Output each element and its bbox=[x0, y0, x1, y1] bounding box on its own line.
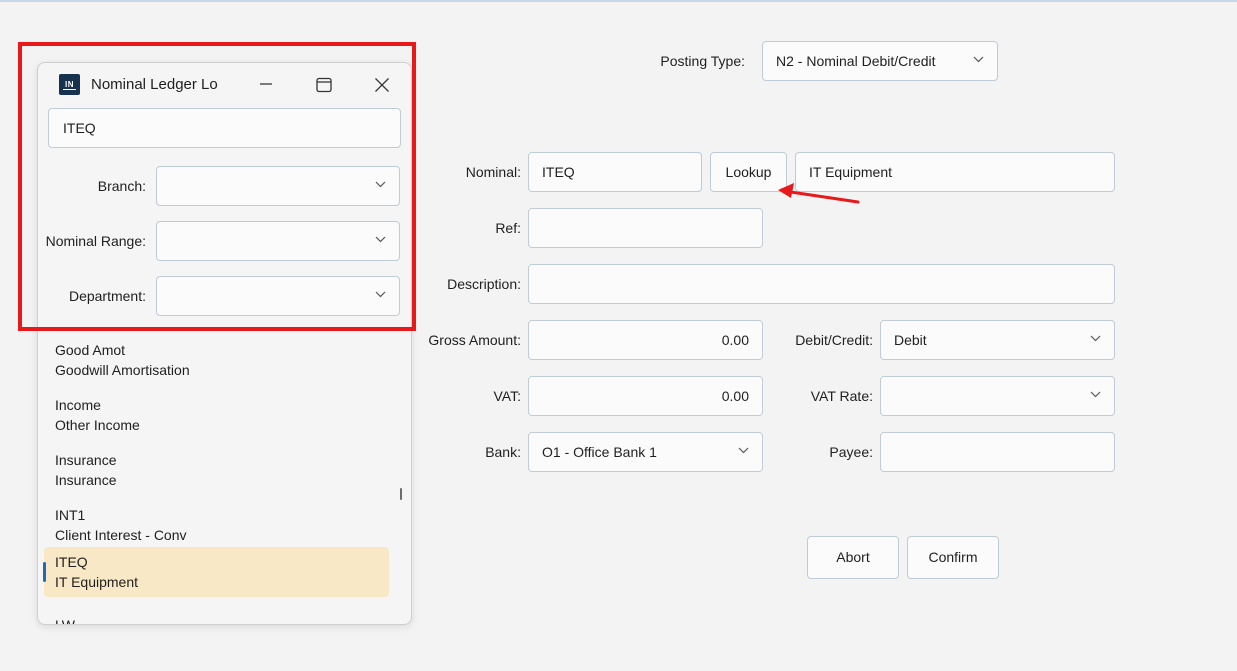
vat-rate-label: VAT Rate: bbox=[810, 388, 873, 404]
selection-marker bbox=[43, 562, 46, 582]
description-input[interactable] bbox=[528, 264, 1115, 304]
nominal-label: Nominal: bbox=[465, 164, 521, 180]
debit-credit-select[interactable]: Debit bbox=[880, 320, 1115, 360]
lookup-search-input[interactable]: ITEQ bbox=[48, 108, 401, 148]
list-item-code: Income bbox=[55, 397, 101, 413]
maximize-icon bbox=[316, 77, 332, 93]
ref-label: Ref: bbox=[495, 220, 521, 236]
chevron-down-icon bbox=[375, 277, 387, 315]
list-item-code: Insurance bbox=[55, 452, 117, 468]
list-item-code: ITEQ bbox=[55, 554, 88, 570]
list-item[interactable]: Good Amot Goodwill Amortisation bbox=[44, 332, 389, 383]
close-icon bbox=[375, 78, 389, 92]
debit-credit-label: Debit/Credit: bbox=[795, 332, 873, 348]
bank-label: Bank: bbox=[485, 444, 521, 460]
gross-amount-label: Gross Amount: bbox=[428, 332, 521, 348]
department-label: Department: bbox=[68, 288, 146, 304]
branch-select[interactable] bbox=[156, 166, 400, 206]
nominal-range-label: Nominal Range: bbox=[45, 233, 146, 249]
posting-type-label: Posting Type: bbox=[660, 53, 745, 69]
list-item-code: Good Amot bbox=[55, 342, 126, 358]
posting-type-value: N2 - Nominal Debit/Credit bbox=[776, 53, 936, 69]
close-button[interactable] bbox=[367, 71, 397, 97]
list-item-name: Other Income bbox=[55, 417, 140, 433]
chevron-down-icon bbox=[738, 433, 750, 471]
branch-label: Branch: bbox=[97, 178, 146, 194]
minimize-icon bbox=[260, 83, 272, 85]
chevron-down-icon bbox=[375, 222, 387, 260]
payee-input[interactable] bbox=[880, 432, 1115, 472]
debit-credit-value: Debit bbox=[894, 332, 927, 348]
abort-button[interactable]: Abort bbox=[807, 536, 899, 579]
gross-amount-input[interactable]: 0.00 bbox=[528, 320, 763, 360]
app-logo-icon: IN bbox=[59, 74, 80, 95]
chevron-down-icon bbox=[375, 167, 387, 205]
list-item[interactable]: LW bbox=[44, 607, 389, 625]
payee-label: Payee: bbox=[829, 444, 873, 460]
list-item-name: Client Interest - Conv bbox=[55, 527, 187, 543]
confirm-button[interactable]: Confirm bbox=[907, 536, 999, 579]
list-item[interactable]: Insurance Insurance bbox=[44, 442, 389, 493]
list-item-name: IT Equipment bbox=[55, 574, 139, 590]
list-item-name: Insurance bbox=[55, 472, 117, 488]
dialog-title: Nominal Ledger Lo bbox=[91, 76, 218, 93]
ref-input[interactable] bbox=[528, 208, 763, 248]
nominal-range-select[interactable] bbox=[156, 221, 400, 261]
chevron-down-icon bbox=[973, 42, 985, 80]
dialog-titlebar[interactable]: IN Nominal Ledger Lo bbox=[38, 63, 411, 107]
list-item[interactable]: INT1 Client Interest - Conv bbox=[44, 497, 389, 548]
department-select[interactable] bbox=[156, 276, 400, 316]
vat-label: VAT: bbox=[493, 388, 522, 404]
nominal-results-list[interactable]: Good Amot Goodwill Amortisation Income O… bbox=[38, 325, 411, 625]
vat-rate-select[interactable] bbox=[880, 376, 1115, 416]
window-top-border bbox=[0, 0, 1237, 2]
bank-select[interactable]: O1 - Office Bank 1 bbox=[528, 432, 763, 472]
minimize-button[interactable] bbox=[251, 71, 281, 97]
chevron-down-icon bbox=[1090, 321, 1102, 359]
list-item-name: Goodwill Amortisation bbox=[55, 362, 190, 378]
nominal-lookup-dialog: IN Nominal Ledger Lo ITEQ Branch: Nomina… bbox=[37, 62, 412, 625]
list-item-code: INT1 bbox=[55, 507, 86, 523]
list-item-selected[interactable]: ITEQ IT Equipment bbox=[44, 547, 389, 597]
list-item[interactable]: Income Other Income bbox=[44, 387, 389, 438]
bank-value: O1 - Office Bank 1 bbox=[542, 444, 657, 460]
posting-type-select[interactable]: N2 - Nominal Debit/Credit bbox=[762, 41, 998, 81]
chevron-down-icon bbox=[1090, 377, 1102, 415]
vat-input[interactable]: 0.00 bbox=[528, 376, 763, 416]
maximize-button[interactable] bbox=[309, 71, 339, 97]
nominal-code-input[interactable]: ITEQ bbox=[528, 152, 702, 192]
list-scrollbar[interactable] bbox=[400, 488, 402, 500]
description-label: Description: bbox=[447, 276, 521, 292]
list-item-code: LW bbox=[55, 617, 75, 625]
annotation-arrow bbox=[778, 183, 860, 204]
